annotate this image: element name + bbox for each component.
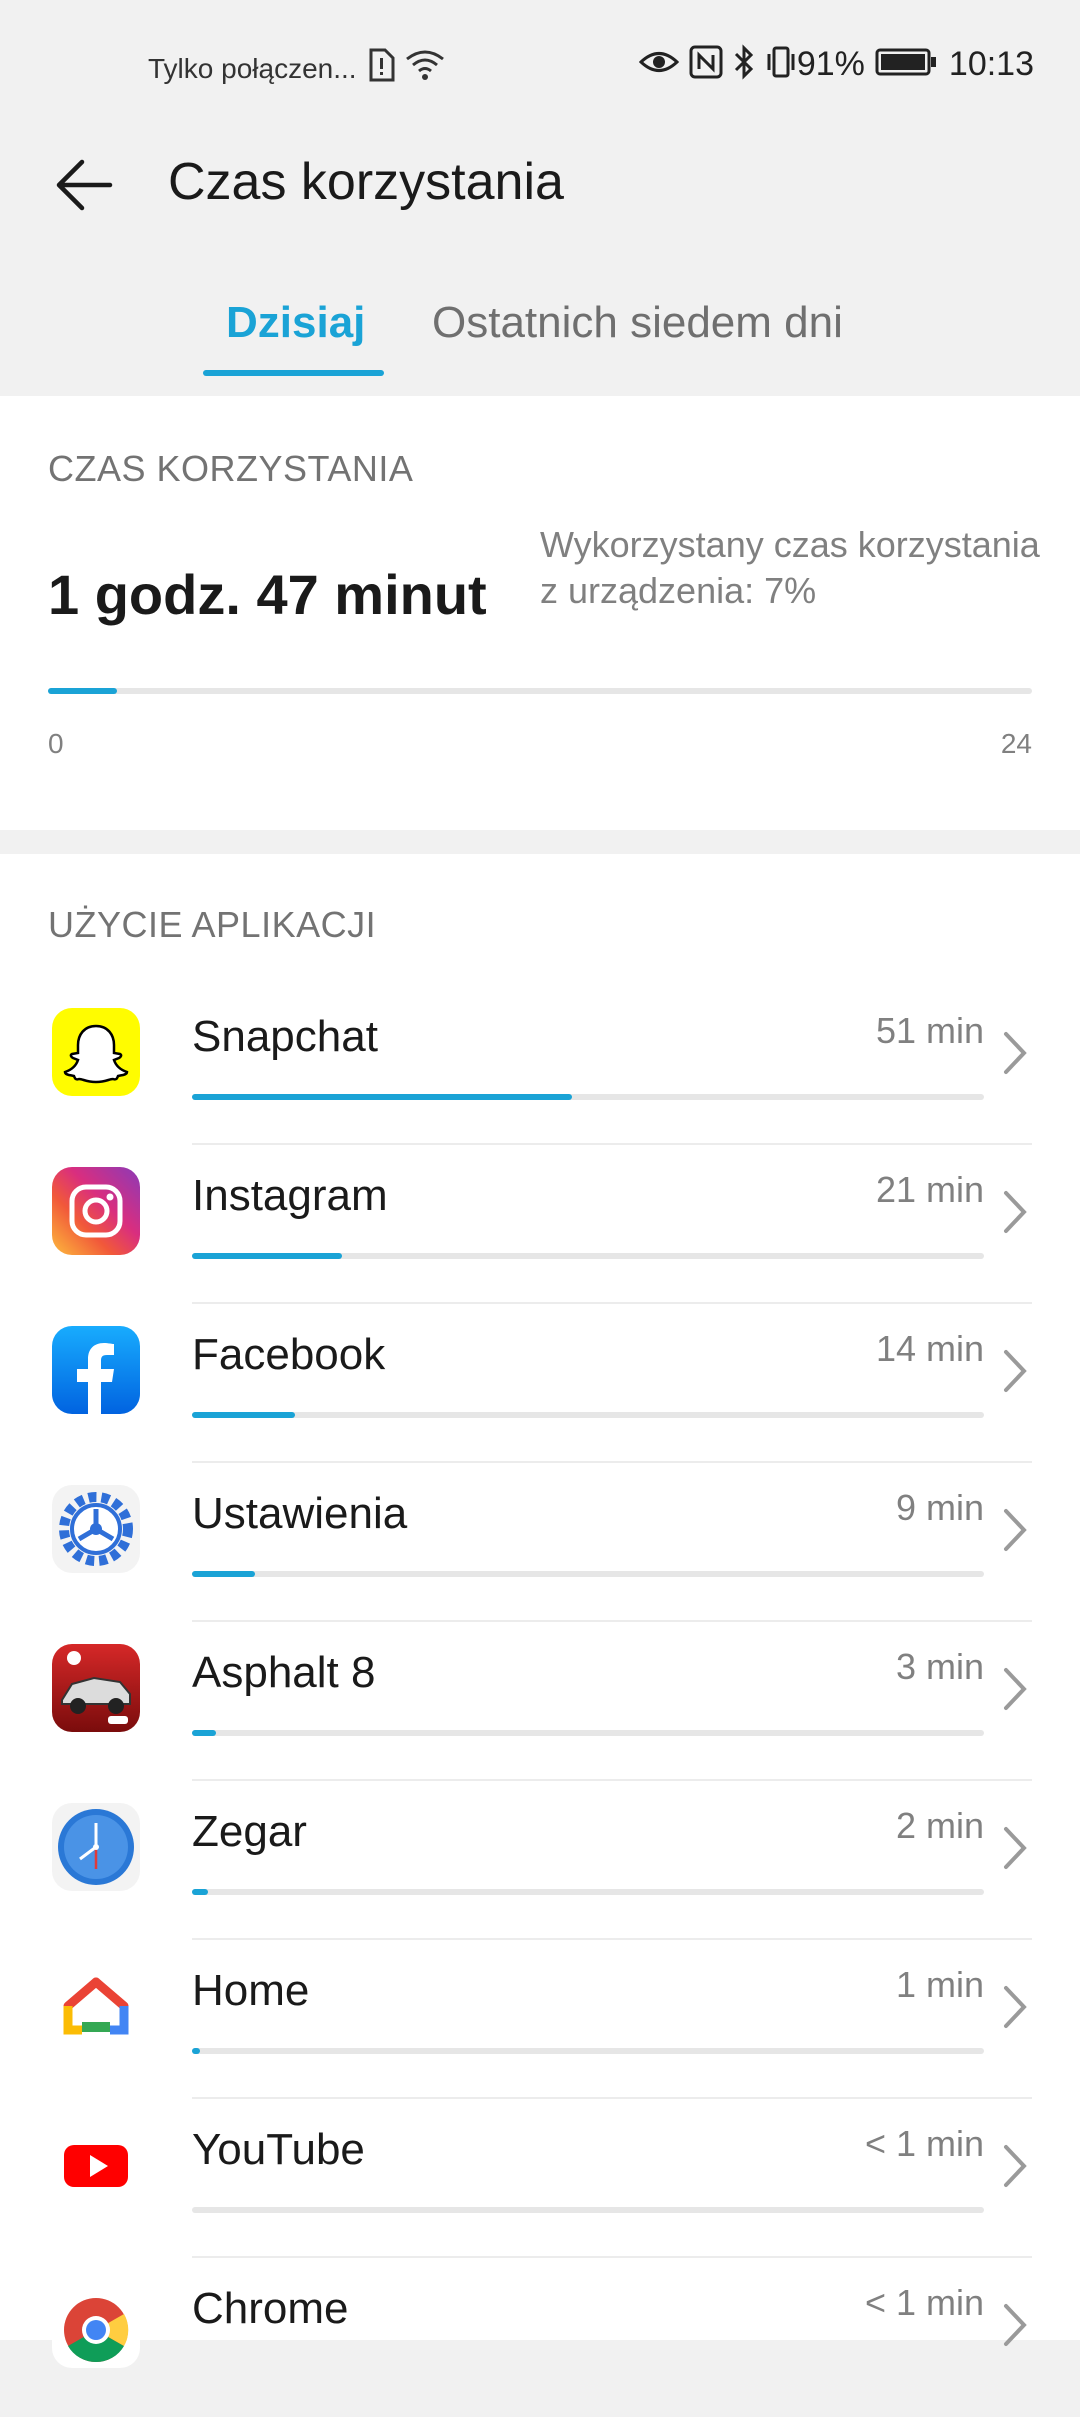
- chevron-right-icon: [1004, 2304, 1027, 2346]
- tab-bar: Dzisiaj Ostatnich siedem dni: [0, 290, 1080, 390]
- bluetooth-icon: [733, 44, 755, 85]
- app-row-chrome[interactable]: Chrome < 1 min: [0, 2258, 1080, 2417]
- app-row-snapchat[interactable]: Snapchat 51 min: [0, 986, 1080, 1145]
- app-time: 14 min: [875, 1328, 984, 1369]
- app-usage-fill: [192, 1094, 573, 1100]
- app-usage-track: [192, 1094, 984, 1100]
- total-screen-time: 1 godz. 47 minut: [48, 563, 487, 626]
- app-row-instagram[interactable]: Instagram 21 min: [0, 1145, 1080, 1304]
- screen-time-progress-track: [48, 688, 1032, 694]
- app-usage-track: [192, 1889, 984, 1895]
- google-home-icon: [52, 1962, 140, 2050]
- app-name: Home: [192, 1966, 310, 2015]
- arrow-left-icon: [56, 159, 113, 211]
- app-usage-fill: [192, 1571, 256, 1577]
- axis-max-label: 24: [1000, 728, 1032, 759]
- app-name: Instagram: [192, 1171, 388, 1220]
- screen-time-section-title: CZAS KORZYSTANIA: [48, 448, 414, 489]
- status-bar: Tylko połączen... 91% 10:13: [0, 0, 1080, 130]
- app-row-youtube[interactable]: YouTube < 1 min: [0, 2099, 1080, 2258]
- usage-percentage-text: Wykorzystany czas korzystania z urządzen…: [540, 524, 1040, 611]
- wifi-icon: [405, 49, 445, 88]
- app-time: 51 min: [875, 1010, 984, 1051]
- status-icons: 91% 10:13: [629, 44, 1034, 85]
- chevron-right-icon: [1004, 1191, 1027, 1233]
- instagram-icon: [52, 1167, 140, 1255]
- app-usage-track: [192, 1571, 984, 1577]
- vibrate-icon: [765, 44, 797, 85]
- app-name: Snapchat: [192, 1012, 378, 1061]
- app-name: YouTube: [192, 2125, 365, 2174]
- app-usage-fill: [192, 1889, 208, 1895]
- chevron-right-icon: [1004, 1032, 1027, 1074]
- chevron-right-icon: [1004, 1986, 1027, 2028]
- screen-time-card: CZAS KORZYSTANIA 1 godz. 47 minut Wykorz…: [0, 396, 1080, 830]
- app-name: Zegar: [192, 1807, 307, 1856]
- clock-time: 10:13: [948, 45, 1034, 83]
- chevron-right-icon: [1004, 1350, 1027, 1392]
- active-tab-indicator: [203, 370, 384, 376]
- app-row-home[interactable]: Home 1 min: [0, 1940, 1080, 2099]
- chrome-icon: [52, 2280, 140, 2368]
- chevron-right-icon: [1004, 2145, 1027, 2187]
- app-time: 21 min: [875, 1169, 984, 1210]
- battery-percent: 91%: [796, 45, 865, 83]
- screen-time-progress-fill: [48, 688, 117, 694]
- tab-today[interactable]: Dzisiaj: [226, 298, 365, 348]
- app-name: Asphalt 8: [192, 1648, 376, 1697]
- app-time: < 1 min: [864, 2123, 984, 2164]
- app-usage-fill: [192, 1412, 295, 1418]
- facebook-icon: [52, 1326, 140, 1414]
- app-usage-fill: [192, 2048, 200, 2054]
- app-usage-track: [192, 1253, 984, 1259]
- app-usage-track: [192, 1412, 984, 1418]
- chevron-right-icon: [1004, 1668, 1027, 1710]
- app-usage-track: [192, 2207, 984, 2213]
- asphalt-icon: [52, 1644, 140, 1732]
- app-time: 1 min: [895, 1964, 984, 2005]
- chevron-right-icon: [1004, 1827, 1027, 1869]
- youtube-icon: [52, 2121, 140, 2209]
- app-name: Ustawienia: [192, 1489, 408, 1538]
- app-name: Facebook: [192, 1330, 386, 1379]
- app-usage-section-title: UŻYCIE APLIKACJI: [48, 904, 377, 945]
- chevron-right-icon: [1004, 1509, 1027, 1551]
- app-name: Chrome: [192, 2284, 349, 2333]
- network-status: Tylko połączen...: [148, 48, 445, 89]
- tab-last-seven-days[interactable]: Ostatnich siedem dni: [432, 298, 843, 348]
- clock-icon: [52, 1803, 140, 1891]
- app-row-asphalt[interactable]: Asphalt 8 3 min: [0, 1622, 1080, 1781]
- app-row-clock[interactable]: Zegar 2 min: [0, 1781, 1080, 1940]
- axis-min-label: 0: [48, 728, 64, 759]
- app-usage-card: UŻYCIE APLIKACJI Snapchat 51 min Instagr…: [0, 854, 1080, 2368]
- sim-alert-icon: [367, 48, 395, 89]
- page-title: Czas korzystania: [168, 153, 564, 211]
- app-usage-fill: [192, 1253, 343, 1259]
- app-time: 3 min: [895, 1646, 984, 1687]
- eye-comfort-icon: [638, 47, 680, 82]
- app-row-settings[interactable]: Ustawienia 9 min: [0, 1463, 1080, 1622]
- app-time: 9 min: [895, 1487, 984, 1528]
- app-header: Czas korzystania: [0, 130, 1080, 240]
- network-status-text: Tylko połączen...: [148, 52, 357, 84]
- app-usage-track: [192, 2048, 984, 2054]
- nfc-icon: [689, 45, 723, 84]
- settings-icon: [52, 1485, 140, 1573]
- battery-icon: [875, 47, 937, 82]
- app-row-facebook[interactable]: Facebook 14 min: [0, 1304, 1080, 1463]
- app-time: 2 min: [895, 1805, 984, 1846]
- back-button[interactable]: [50, 150, 120, 220]
- app-time: < 1 min: [864, 2282, 984, 2323]
- app-usage-fill: [192, 1730, 216, 1736]
- snapchat-icon: [52, 1008, 140, 1096]
- app-usage-track: [192, 1730, 984, 1736]
